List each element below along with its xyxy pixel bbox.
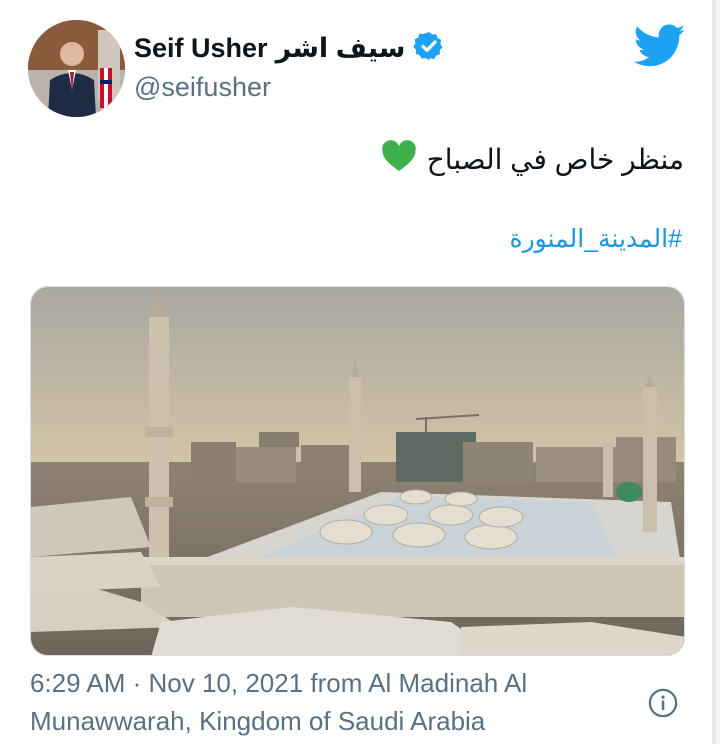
- tweet-media-image[interactable]: [30, 286, 685, 656]
- info-icon[interactable]: [648, 688, 678, 723]
- tweet-timestamp-location[interactable]: 6:29 AM · Nov 10, 2021 from Al Madinah A…: [30, 664, 630, 740]
- hashtag-link[interactable]: #المدينة_المنورة: [510, 224, 683, 254]
- display-name-arabic[interactable]: سيف اشر: [276, 33, 406, 64]
- timestamp-line-1: 6:29 AM · Nov 10, 2021 from Al Madinah A…: [30, 668, 528, 698]
- avatar-photo: [28, 20, 125, 117]
- tweet-text: منظر خاص في الصباح: [381, 140, 684, 179]
- twitter-bird-icon[interactable]: [633, 24, 686, 73]
- author-name-row[interactable]: Seif Usher سيف اشر: [134, 30, 445, 67]
- avatar[interactable]: [28, 20, 125, 117]
- green-heart-icon: [381, 140, 417, 179]
- timestamp-line-2: Munawwarah, Kingdom of Saudi Arabia: [30, 706, 486, 736]
- mosque-photo: [31, 287, 684, 655]
- verified-badge-icon: [413, 30, 445, 67]
- tweet-body: منظر خاص في الصباح: [426, 144, 684, 175]
- display-name[interactable]: Seif Usher: [134, 33, 268, 64]
- user-handle[interactable]: @seifusher: [134, 72, 271, 103]
- tweet-card: Seif Usher سيف اشر @seifusher منظر خاص ف…: [0, 0, 716, 744]
